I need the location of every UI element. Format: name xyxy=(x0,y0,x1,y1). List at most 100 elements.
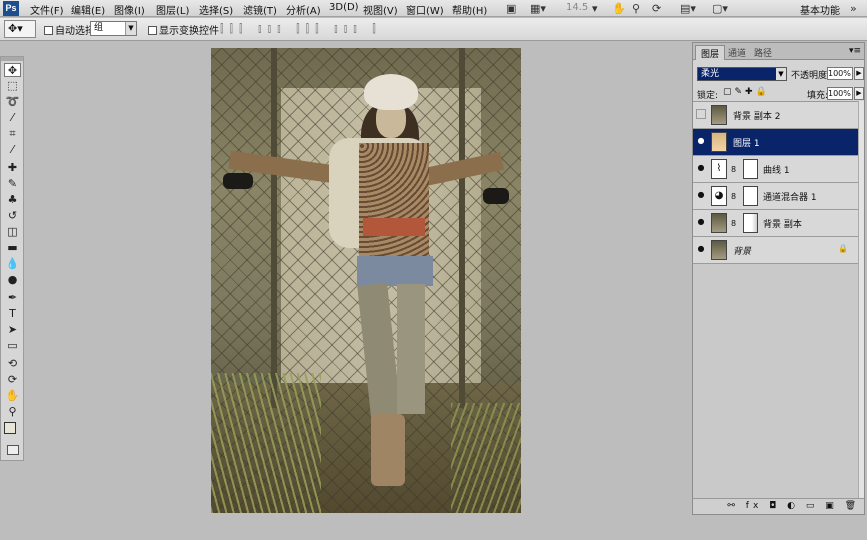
shape-tool-icon[interactable]: ▭ xyxy=(4,339,21,353)
channel-mixer-icon: ◕ xyxy=(711,186,727,206)
fill-field[interactable]: 100% xyxy=(827,87,853,100)
layer-mask-thumbnail xyxy=(743,186,758,206)
move-tool-icon[interactable]: ✥ xyxy=(4,63,21,77)
dodge-tool-icon[interactable]: ● xyxy=(4,273,21,287)
eye-icon[interactable]: ● xyxy=(696,217,706,227)
menu-bar: Ps 文件(F) 编辑(E) 图像(I) 图层(L) 选择(S) 滤镜(T) 分… xyxy=(0,0,867,17)
align-distribute-icons[interactable]: ⫿⫿⫿ ⫾⫾⫾ ⫿⫿⫿ ⫾⫾⫾ ⫿ xyxy=(220,22,382,36)
photo-leg xyxy=(397,284,425,414)
fill-slider-button[interactable]: ▶ xyxy=(854,87,864,100)
arrange-documents-icon[interactable]: ▤▾ xyxy=(680,2,696,15)
layer-row[interactable]: ● ◕ 8 通道混合器 1 xyxy=(693,183,858,210)
chevron-down-icon[interactable]: » xyxy=(850,2,857,15)
menu-window[interactable]: 窗口(W) xyxy=(406,2,444,17)
show-transform-checkbox[interactable]: 显示变换控件 xyxy=(148,22,219,37)
lock-icons[interactable]: ▢✎✚🔒 xyxy=(723,87,770,97)
link-icon: 8 xyxy=(731,219,737,228)
path-selection-tool-icon[interactable]: ➤ xyxy=(4,323,21,337)
eye-icon[interactable]: ● xyxy=(696,244,706,254)
move-tool-icon: ✥▾ xyxy=(8,22,23,35)
blend-mode-value: 柔光 xyxy=(701,69,720,79)
canvas-image[interactable] xyxy=(211,48,521,513)
zoom-tool-icon[interactable]: ⚲ xyxy=(4,405,21,419)
menu-file[interactable]: 文件(F) xyxy=(30,2,64,17)
tab-paths[interactable]: 路径 xyxy=(749,45,777,60)
menu-filter[interactable]: 滤镜(T) xyxy=(243,2,277,17)
panel-footer-icons[interactable]: ⚯ fx ◘ ◐ ▭ ▣ 🗑 xyxy=(693,498,864,514)
3d-rotate-tool-icon[interactable]: ⟲ xyxy=(4,357,21,371)
3d-orbit-tool-icon[interactable]: ⟳ xyxy=(4,373,21,387)
gradient-tool-icon[interactable]: ▬ xyxy=(4,241,21,255)
link-icon: 8 xyxy=(731,165,737,174)
hand-tool-icon[interactable]: ✋ xyxy=(612,2,626,15)
clone-stamp-tool-icon[interactable]: ♣ xyxy=(4,193,21,207)
quick-selection-tool-icon[interactable]: ⁄ xyxy=(4,111,21,125)
chevron-down-icon: ▼ xyxy=(125,22,136,35)
layer-row[interactable]: ● 图层 1 xyxy=(693,129,858,156)
tab-layers[interactable]: 图层 xyxy=(695,45,726,60)
menu-image[interactable]: 图像(I) xyxy=(114,2,145,17)
type-tool-icon[interactable]: T xyxy=(4,307,21,321)
options-bar: ✥▾ 自动选择: 组 ▼ 显示变换控件 ⫿⫿⫿ ⫾⫾⫾ ⫿⫿⫿ ⫾⫾⫾ ⫿ xyxy=(0,18,867,41)
foreground-color-swatch[interactable] xyxy=(4,422,16,434)
blur-tool-icon[interactable]: 💧 xyxy=(4,257,21,271)
layer-thumbnail xyxy=(711,213,727,233)
eraser-tool-icon[interactable]: ◫ xyxy=(4,225,21,239)
auto-select-dropdown[interactable]: 组 ▼ xyxy=(90,21,137,36)
menu-edit[interactable]: 编辑(E) xyxy=(71,2,105,17)
layer-row[interactable]: ● 8 背景 副本 xyxy=(693,210,858,237)
history-brush-tool-icon[interactable]: ↺ xyxy=(4,209,21,223)
hand-tool-icon[interactable]: ✋ xyxy=(4,389,21,403)
layers-scrollbar[interactable] xyxy=(858,101,864,498)
eye-icon[interactable]: ● xyxy=(696,136,706,146)
opacity-label: 不透明度: xyxy=(791,71,831,81)
view-extras-icon[interactable]: ▦▾ xyxy=(530,2,546,15)
quick-mask-icon[interactable] xyxy=(7,445,19,455)
menu-view[interactable]: 视图(V) xyxy=(363,2,398,17)
workspace-switcher[interactable]: 基本功能 xyxy=(800,2,840,17)
brush-tool-icon[interactable]: ✎ xyxy=(4,177,21,191)
layer-name: 背景 副本 2 xyxy=(733,112,781,122)
photo-fence-post xyxy=(459,48,465,408)
marquee-tool-icon[interactable]: ⬚ xyxy=(4,79,21,93)
visibility-toggle[interactable] xyxy=(696,109,706,119)
lasso-tool-icon[interactable]: ➰ xyxy=(4,95,21,109)
layer-name: 背景 副本 xyxy=(763,220,802,230)
pen-tool-icon[interactable]: ✒ xyxy=(4,291,21,305)
menu-analysis[interactable]: 分析(A) xyxy=(286,2,321,17)
healing-brush-tool-icon[interactable]: ✚ xyxy=(4,161,21,175)
show-transform-label: 显示变换控件 xyxy=(159,26,219,37)
opacity-field[interactable]: 100% xyxy=(827,67,853,80)
eye-icon[interactable]: ● xyxy=(696,190,706,200)
crop-tool-icon[interactable]: ⌗ xyxy=(4,127,21,141)
zoom-tool-icon[interactable]: ⚲ xyxy=(632,2,640,15)
curves-icon: ⌇ xyxy=(711,159,727,179)
layer-row[interactable]: ● 背景 🔒 xyxy=(693,237,858,264)
menu-help[interactable]: 帮助(H) xyxy=(452,2,487,17)
layer-row[interactable]: ● ⌇ 8 曲线 1 xyxy=(693,156,858,183)
photo-grass xyxy=(211,373,321,513)
panel-menu-icon[interactable]: ▾≡ xyxy=(849,46,861,56)
screen-mode-icon[interactable]: ▢▾ xyxy=(712,2,728,15)
bridge-icon[interactable]: ▣ xyxy=(506,2,516,15)
photo-hat xyxy=(364,74,418,110)
zoom-level[interactable]: 14.5 xyxy=(566,2,588,13)
tool-preset-picker[interactable]: ✥▾ xyxy=(4,20,36,38)
rotate-view-icon[interactable]: ⟳ xyxy=(652,2,661,15)
eye-icon[interactable]: ● xyxy=(696,163,706,173)
layer-row[interactable]: 背景 副本 2 xyxy=(693,102,858,129)
checkbox-box xyxy=(44,26,53,35)
checkbox-box xyxy=(148,26,157,35)
menu-3d[interactable]: 3D(D) xyxy=(329,2,359,13)
eyedropper-tool-icon[interactable]: ⁄ xyxy=(4,143,21,157)
menu-select[interactable]: 选择(S) xyxy=(199,2,233,17)
toolbox-grip[interactable] xyxy=(1,57,23,61)
lock-icon: 🔒 xyxy=(838,244,848,253)
layer-name: 通道混合器 1 xyxy=(763,193,817,203)
zoom-dropdown-icon[interactable]: ▾ xyxy=(592,2,598,15)
tab-channels[interactable]: 通道 xyxy=(723,45,751,60)
auto-select-value: 组 xyxy=(94,23,104,33)
menu-layer[interactable]: 图层(L) xyxy=(156,2,189,17)
blend-mode-dropdown[interactable]: 柔光 ▼ xyxy=(697,67,787,81)
opacity-slider-button[interactable]: ▶ xyxy=(854,67,864,80)
